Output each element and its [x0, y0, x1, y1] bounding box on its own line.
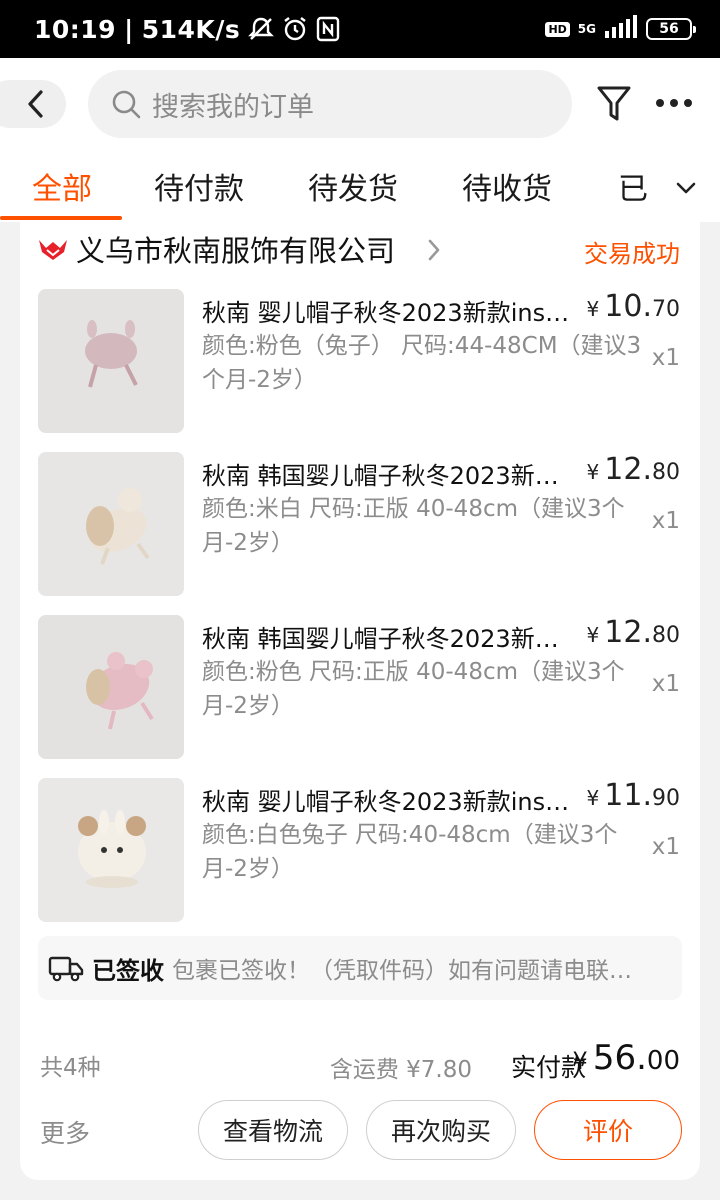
- item-title: 秋南 韩国婴儿帽子秋冬2023新…: [202, 462, 559, 490]
- active-tab-indicator: [0, 216, 122, 220]
- tab-partial[interactable]: 已: [618, 164, 648, 208]
- filter-button[interactable]: [594, 82, 634, 126]
- truck-icon: [48, 956, 84, 982]
- order-item[interactable]: 秋南 韩国婴儿帽子秋冬2023新… 颜色:粉色 尺码:正版 40-48cm（建议…: [20, 615, 700, 761]
- tabs-expand-button[interactable]: [670, 172, 702, 204]
- header: 搜索我的订单: [0, 58, 720, 158]
- order-status: 交易成功: [584, 240, 680, 268]
- status-bar: 10:19 | 514K/s HD 5G 56: [0, 0, 720, 58]
- back-arrow-icon: [28, 90, 43, 118]
- item-title: 秋南 韩国婴儿帽子秋冬2023新…: [202, 625, 559, 653]
- more-options-button[interactable]: [654, 88, 694, 118]
- item-quantity: x1: [651, 508, 680, 534]
- chevron-right-icon: [428, 239, 440, 261]
- mute-icon: [248, 16, 275, 42]
- back-button[interactable]: [0, 80, 66, 128]
- rebuy-button[interactable]: 再次购买: [366, 1100, 516, 1160]
- search-input[interactable]: 搜索我的订单: [88, 70, 572, 138]
- shop-name: 义乌市秋南服饰有限公司: [76, 234, 396, 268]
- hd-badge: HD: [545, 21, 570, 37]
- network-label: 5G: [577, 22, 596, 36]
- item-title: 秋南 婴儿帽子秋冬2023新款ins…: [202, 299, 570, 327]
- shipping-fee: 含运费 ¥7.80: [329, 1057, 472, 1083]
- shop-header[interactable]: 义乌市秋南服饰有限公司 交易成功: [20, 222, 700, 278]
- battery-icon: 56: [646, 18, 696, 40]
- item-quantity: x1: [651, 834, 680, 860]
- alarm-icon: [282, 16, 308, 42]
- item-price: ¥ 12.80: [586, 452, 680, 487]
- item-title: 秋南 婴儿帽子秋冬2023新款ins…: [202, 788, 570, 816]
- logistics-text: 包裹已签收！（凭取件码）如有问题请电联…: [172, 958, 632, 984]
- signal-icon: [604, 15, 638, 43]
- order-summary: 共4种 含运费 ¥7.80 实付款 ¥ 56.00: [20, 1038, 700, 1086]
- tab-all[interactable]: 全部: [32, 164, 92, 208]
- order-tabs: 全部 待付款 待发货 待收货 已: [0, 158, 720, 222]
- search-icon: [112, 90, 141, 119]
- item-sku: 颜色:米白 尺码:正版 40-48cm（建议3个月-2岁）: [202, 496, 625, 556]
- logistics-title: 已签收: [92, 956, 164, 985]
- product-image: [38, 452, 184, 596]
- more-link[interactable]: 更多: [40, 1114, 90, 1150]
- logistics-status-bar[interactable]: 已签收 包裹已签收！（凭取件码）如有问题请电联…: [38, 936, 682, 1000]
- order-item[interactable]: 秋南 婴儿帽子秋冬2023新款ins… 颜色:粉色（兔子） 尺码:44-48CM…: [20, 289, 700, 435]
- item-count: 共4种: [40, 1055, 101, 1081]
- shop-logo-icon: [39, 240, 67, 260]
- product-image: [38, 778, 184, 922]
- item-quantity: x1: [651, 671, 680, 697]
- tab-pending-shipment[interactable]: 待发货: [308, 164, 398, 208]
- status-speed: 514K/s: [141, 14, 241, 44]
- filter-icon: [597, 86, 631, 121]
- item-sku: 颜色:粉色 尺码:正版 40-48cm（建议3个月-2岁）: [202, 659, 625, 719]
- order-item[interactable]: 秋南 婴儿帽子秋冬2023新款ins… 颜色:白色兔子 尺码:40-48cm（建…: [20, 778, 700, 924]
- item-price: ¥ 12.80: [586, 615, 680, 650]
- item-quantity: x1: [651, 345, 680, 371]
- item-price: ¥ 10.70: [586, 289, 680, 324]
- item-price: ¥ 11.90: [586, 778, 680, 813]
- chevron-down-icon: [676, 182, 696, 194]
- product-image: [38, 615, 184, 759]
- view-logistics-button[interactable]: 查看物流: [198, 1100, 348, 1160]
- order-item[interactable]: 秋南 韩国婴儿帽子秋冬2023新… 颜色:米白 尺码:正版 40-48cm（建议…: [20, 452, 700, 598]
- product-image: [38, 289, 184, 433]
- tab-pending-payment[interactable]: 待付款: [154, 164, 244, 208]
- search-placeholder: 搜索我的订单: [152, 91, 314, 123]
- tab-pending-receipt[interactable]: 待收货: [462, 164, 552, 208]
- item-sku: 颜色:白色兔子 尺码:40-48cm（建议3个月-2岁）: [202, 822, 618, 882]
- more-dots-icon: [656, 99, 692, 107]
- order-card: 义乌市秋南服饰有限公司 交易成功 秋南 婴儿帽子秋冬2023新款ins… 颜色:…: [20, 222, 700, 1180]
- order-actions: 更多 查看物流 再次购买 评价: [20, 1100, 700, 1162]
- status-time: 10:19: [34, 14, 117, 44]
- review-button[interactable]: 评价: [534, 1100, 682, 1160]
- item-sku: 颜色:粉色（兔子） 尺码:44-48CM（建议3个月-2岁）: [202, 333, 642, 393]
- nfc-icon: [316, 16, 340, 42]
- paid-amount: ¥ 56.00: [572, 1038, 680, 1078]
